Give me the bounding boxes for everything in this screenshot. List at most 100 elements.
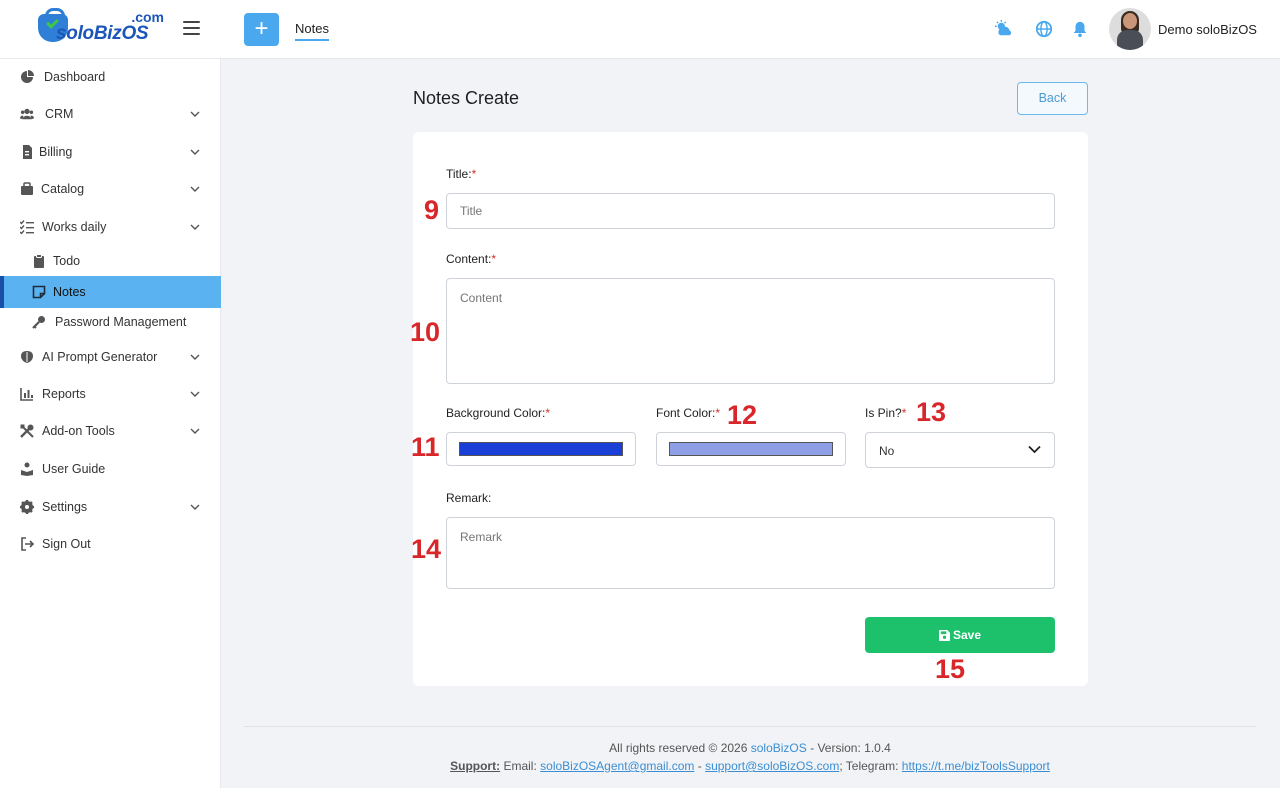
telegram-label: ; Telegram: [839, 759, 899, 773]
sidebar-item-label: Settings [42, 500, 88, 514]
note-icon [32, 285, 46, 299]
annotation-number: 11 [411, 432, 440, 462]
sidebar-item-password-management[interactable]: Password Management [0, 306, 221, 338]
brain-icon [21, 351, 33, 363]
chevron-down-icon [1028, 445, 1041, 454]
sidebar-item-user-guide[interactable]: User Guide [0, 453, 221, 485]
page-title: Notes Create [413, 88, 520, 108]
gear-icon [20, 500, 34, 514]
user-name[interactable]: Demo soloBizOS [1158, 22, 1257, 37]
sidebar-item-label: Sign Out [42, 537, 91, 551]
menu-toggle-icon[interactable] [183, 21, 200, 35]
footer-version: - Version: 1.0.4 [810, 741, 891, 755]
sidebar-item-label: User Guide [42, 462, 106, 476]
content-textarea[interactable] [446, 278, 1055, 384]
weather-icon[interactable] [995, 20, 1013, 38]
guide-icon [21, 462, 33, 476]
is-pin-select[interactable]: No [865, 432, 1055, 468]
globe-icon[interactable] [1035, 20, 1053, 38]
sidebar-item-label: Reports [42, 387, 86, 401]
is-pin-value: No [879, 444, 895, 458]
support-email-link[interactable]: support@soloBizOS.com [705, 759, 839, 773]
users-icon [20, 108, 34, 120]
sidebar-item-label: Dashboard [44, 70, 106, 84]
chevron-down-icon [190, 504, 200, 510]
sidebar-item-catalog[interactable]: Catalog [0, 173, 221, 205]
sidebar-item-label: Password Management [55, 315, 187, 329]
sidebar-item-label: Todo [53, 254, 81, 268]
chevron-down-icon [190, 111, 200, 117]
sidebar: Dashboard CRM Billing Catalog Works dail… [0, 59, 221, 788]
footer-copyright: All rights reserved © 2026 soloBizOS - V… [0, 741, 1280, 755]
footer-support: Support: Email: soloBizOSAgent@gmail.com… [0, 759, 1280, 773]
chevron-down-icon [190, 186, 200, 192]
floppy-disk-icon [938, 630, 950, 641]
sign-out-icon [21, 537, 34, 551]
sidebar-item-ai-prompt-generator[interactable]: AI Prompt Generator [0, 341, 221, 373]
tasks-icon [20, 220, 34, 234]
sidebar-item-label: Billing [39, 145, 73, 159]
sidebar-item-label: CRM [45, 107, 74, 121]
font-color-picker[interactable] [656, 432, 846, 466]
annotation-number: 9 [424, 195, 440, 225]
content-label: Content:* [446, 252, 497, 266]
is-pin-label: Is Pin?* [865, 406, 907, 420]
separator: - [697, 759, 702, 773]
sidebar-item-sign-out[interactable]: Sign Out [0, 528, 221, 560]
annotation-number: 10 [410, 317, 441, 347]
key-icon [32, 316, 45, 329]
chevron-down-icon [190, 224, 200, 230]
annotation-number: 14 [411, 534, 442, 564]
chevron-down-icon [190, 391, 200, 397]
remark-textarea[interactable] [446, 517, 1055, 589]
email-label: Email: [503, 759, 537, 773]
footer-divider [244, 726, 1256, 727]
sidebar-item-label: Notes [53, 285, 86, 299]
solobizos-logo[interactable]: .com soloBizOS [38, 8, 166, 46]
sidebar-item-crm[interactable]: CRM [0, 98, 221, 130]
telegram-link[interactable]: https://t.me/bizToolsSupport [902, 759, 1050, 773]
sidebar-item-todo[interactable]: Todo [0, 245, 221, 277]
sidebar-item-label: AI Prompt Generator [42, 350, 158, 364]
footer-brand-link[interactable]: soloBizOS [751, 741, 807, 755]
top-bar: .com soloBizOS + Notes Demo soloBizOS [0, 0, 1280, 59]
chevron-down-icon [190, 354, 200, 360]
sidebar-item-works-daily[interactable]: Works daily [0, 211, 221, 243]
save-button[interactable]: Save [865, 617, 1055, 653]
agent-email-link[interactable]: soloBizOSAgent@gmail.com [540, 759, 694, 773]
title-label: Title:* [446, 167, 477, 181]
footer-rights: All rights reserved © 2026 [609, 741, 748, 755]
background-color-swatch [459, 442, 623, 456]
font-color-swatch [669, 442, 833, 456]
sidebar-item-settings[interactable]: Settings [0, 491, 221, 523]
sidebar-item-add-on-tools[interactable]: Add-on Tools [0, 415, 221, 447]
background-color-picker[interactable] [446, 432, 636, 466]
sidebar-item-label: Add-on Tools [42, 424, 115, 438]
dashboard-icon [21, 70, 34, 83]
sidebar-item-label: Catalog [41, 182, 85, 196]
sidebar-item-dashboard[interactable]: Dashboard [0, 61, 221, 93]
annotation-number: 15 [935, 654, 966, 684]
sidebar-item-reports[interactable]: Reports [0, 378, 221, 410]
tab-notes[interactable]: Notes [295, 21, 329, 41]
sidebar-item-label: Works daily [42, 220, 107, 234]
sidebar-item-billing[interactable]: Billing [0, 136, 221, 168]
chart-icon [20, 388, 33, 401]
avatar[interactable] [1109, 8, 1151, 50]
billing-icon [23, 145, 32, 159]
title-input[interactable] [446, 193, 1055, 229]
catalog-icon [21, 182, 33, 195]
remark-label: Remark: [446, 491, 492, 505]
sidebar-item-notes[interactable]: Notes [0, 276, 221, 308]
support-label: Support: [450, 759, 501, 773]
bell-icon[interactable] [1071, 20, 1089, 38]
save-label: Save [952, 628, 982, 642]
chevron-down-icon [190, 428, 200, 434]
chevron-down-icon [190, 149, 200, 155]
back-button[interactable]: Back [1017, 82, 1088, 115]
annotation-number: 13 [916, 397, 947, 427]
logo-name: soloBizOS [56, 23, 149, 44]
add-new-button[interactable]: + [244, 13, 279, 46]
font-color-label: Font Color:* [656, 406, 721, 420]
clipboard-icon [34, 254, 44, 268]
